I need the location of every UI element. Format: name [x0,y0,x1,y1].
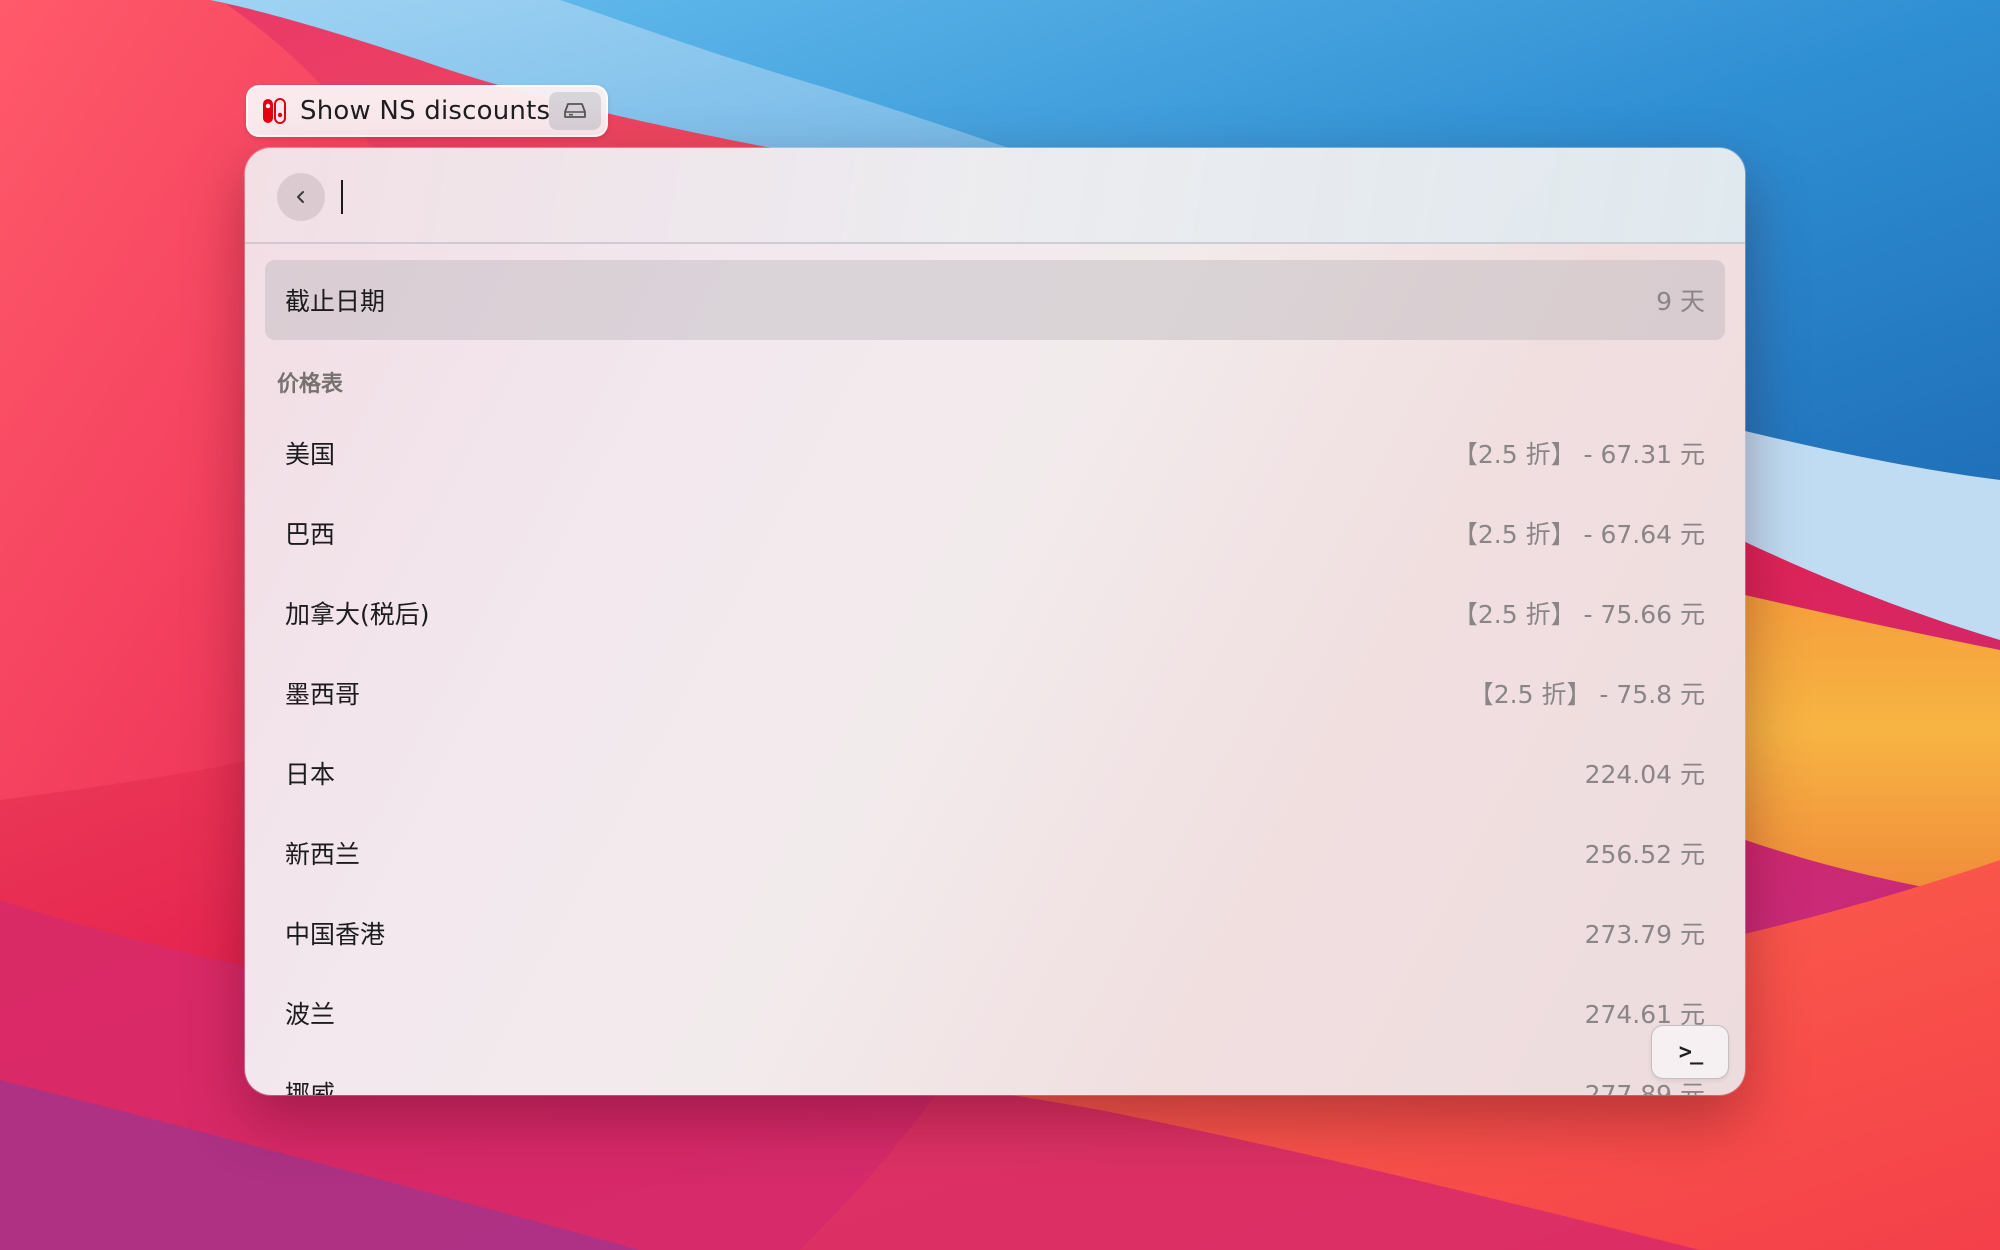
price-row[interactable]: 挪威 277.89 元 [265,1053,1725,1095]
region-price: 【2.5 折】 - 67.64 元 [1452,520,1705,549]
extension-tag[interactable]: Show NS discounts [246,85,608,137]
region-name: 日本 [285,760,336,789]
extension-title: Show NS discounts [300,96,551,126]
price-row[interactable]: 中国香港 273.79 元 [265,893,1725,973]
terminal-button[interactable]: >_ [1651,1025,1729,1079]
region-price: 【2.5 折】 - 75.66 元 [1452,600,1705,629]
launcher-panel: 截止日期 9 天 价格表 美国 【2.5 折】 - 67.31 元 巴西 【2.… [245,148,1745,1095]
region-name: 新西兰 [285,840,361,869]
region-price: 256.52 元 [1584,840,1705,869]
region-name: 美国 [285,440,336,469]
hard-drive-button[interactable] [549,92,601,130]
price-row[interactable]: 巴西 【2.5 折】 - 67.64 元 [265,493,1725,573]
nintendo-switch-icon [263,98,286,124]
region-name: 巴西 [285,520,336,549]
region-price: 【2.5 折】 - 67.31 元 [1452,440,1705,469]
region-name: 挪威 [285,1080,336,1095]
price-row[interactable]: 加拿大(税后) 【2.5 折】 - 75.66 元 [265,573,1725,653]
region-name: 波兰 [285,1000,336,1029]
price-row[interactable]: 墨西哥 【2.5 折】 - 75.8 元 [265,653,1725,733]
deadline-label: 截止日期 [285,287,386,316]
region-name: 墨西哥 [285,680,361,709]
price-row[interactable]: 波兰 274.61 元 [265,973,1725,1053]
price-row[interactable]: 日本 224.04 元 [265,733,1725,813]
deadline-value: 9 天 [1656,287,1705,316]
price-row[interactable]: 美国 【2.5 折】 - 67.31 元 [265,413,1725,493]
hard-drive-icon [564,103,586,118]
region-price: 273.79 元 [1584,920,1705,949]
price-row[interactable]: 新西兰 256.52 元 [265,813,1725,893]
price-section-title: 价格表 [277,372,344,397]
region-price: 224.04 元 [1584,760,1705,789]
region-name: 加拿大(税后) [285,600,430,629]
deadline-row[interactable]: 截止日期 9 天 [265,260,1725,340]
region-name: 中国香港 [285,920,386,949]
region-price: 【2.5 折】 - 75.8 元 [1468,680,1705,709]
terminal-icon: >_ [1678,1039,1703,1065]
result-list: 截止日期 9 天 价格表 美国 【2.5 折】 - 67.31 元 巴西 【2.… [245,148,1745,1095]
